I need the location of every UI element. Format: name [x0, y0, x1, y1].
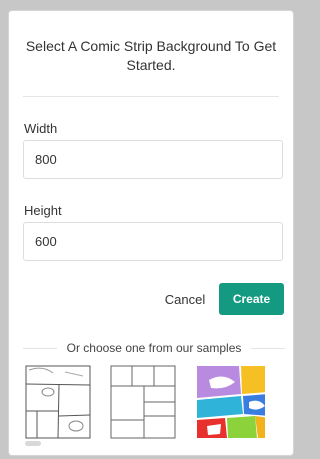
- samples-label: Or choose one from our samples: [66, 341, 242, 355]
- samples-separator: Or choose one from our samples: [23, 340, 285, 356]
- sample-thumbnail-3[interactable]: [195, 364, 265, 439]
- comic-panels-sketch-icon: [23, 364, 93, 439]
- cancel-button[interactable]: Cancel: [159, 285, 211, 314]
- comic-panels-colorful-icon: [195, 364, 265, 439]
- sample-thumbnail-1[interactable]: [23, 364, 93, 439]
- title-divider: [23, 96, 279, 97]
- create-button[interactable]: Create: [219, 283, 284, 315]
- height-input[interactable]: [23, 222, 283, 261]
- sample-thumbnail-2[interactable]: [108, 364, 178, 439]
- create-comic-dialog: Select A Comic Strip Background To Get S…: [9, 11, 293, 455]
- dialog-title: Select A Comic Strip Background To Get S…: [25, 38, 277, 73]
- separator-line-right: [251, 347, 285, 349]
- horizontal-scrollbar-thumb[interactable]: [25, 441, 41, 446]
- comic-panels-grid-icon: [108, 364, 178, 439]
- width-input[interactable]: [23, 140, 283, 179]
- height-label: Height: [24, 203, 62, 218]
- separator-line-left: [23, 347, 57, 349]
- width-label: Width: [24, 121, 58, 136]
